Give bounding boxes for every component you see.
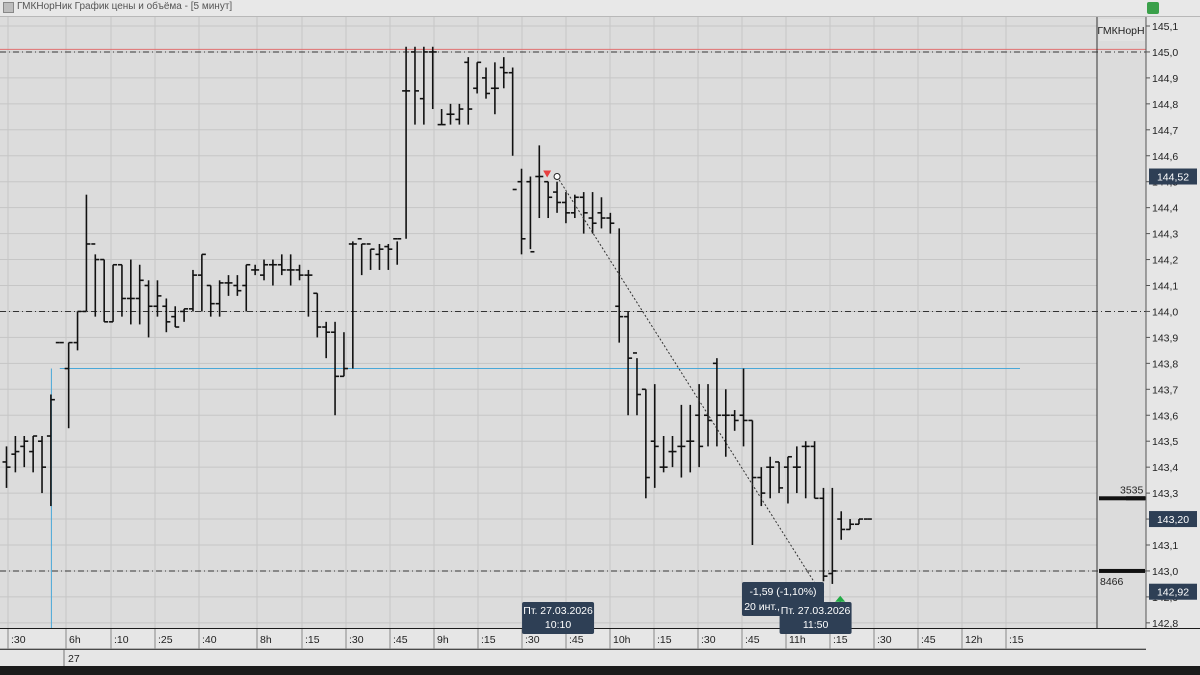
price-tick-label: 143,7 bbox=[1152, 384, 1178, 396]
price-tick-label: 144,7 bbox=[1152, 125, 1178, 137]
volume-bar bbox=[1099, 568, 1145, 573]
price-tick-label: 143,5 bbox=[1152, 436, 1178, 448]
price-tick-label: 144,1 bbox=[1152, 281, 1178, 293]
time-tick-label: :30 bbox=[349, 634, 364, 646]
time-badge-date: Пт. 27.03.2026 bbox=[781, 605, 851, 617]
time-tick-label: :15 bbox=[481, 634, 496, 646]
price-badge-text: 142,92 bbox=[1157, 587, 1189, 599]
price-badge-text: 144,52 bbox=[1157, 172, 1189, 184]
window-control-icon[interactable] bbox=[1147, 2, 1159, 14]
window-title: ГМКНорНик График цены и объёма - [5 мину… bbox=[17, 1, 233, 12]
plot-area[interactable] bbox=[0, 17, 1146, 628]
volume-label: 8466 bbox=[1100, 576, 1124, 588]
price-tick-label: 143,4 bbox=[1152, 462, 1178, 474]
measure-label-change: -1,59 (-1,10%) bbox=[749, 586, 816, 598]
time-tick-label: :30 bbox=[877, 634, 892, 646]
time-tick-label: 12h bbox=[965, 634, 983, 646]
time-tick-label: :15 bbox=[1009, 634, 1024, 646]
time-tick-label: 9h bbox=[437, 634, 449, 646]
time-tick-label: :45 bbox=[921, 634, 936, 646]
time-badge-time: 11:50 bbox=[803, 619, 829, 631]
axis-corner bbox=[1146, 629, 1200, 666]
price-tick-label: 144,2 bbox=[1152, 255, 1178, 267]
time-tick-label: :45 bbox=[393, 634, 408, 646]
time-tick-label: :15 bbox=[305, 634, 320, 646]
time-tick-label: :45 bbox=[569, 634, 584, 646]
price-tick-label: 144,4 bbox=[1152, 203, 1178, 215]
price-tick-label: 144,3 bbox=[1152, 229, 1178, 241]
date-label: 27 bbox=[68, 653, 80, 665]
price-tick-label: 144,8 bbox=[1152, 99, 1178, 111]
time-tick-label: :40 bbox=[202, 634, 217, 646]
price-chart[interactable]: ГМКНорН -1,59 (-1,10%)20 инт., 1 ч 40 м … bbox=[0, 17, 1200, 675]
price-tick-label: 145,1 bbox=[1152, 21, 1178, 33]
volume-bar-short bbox=[1126, 496, 1146, 501]
time-tick-label: :25 bbox=[158, 634, 173, 646]
measure-start-handle[interactable] bbox=[553, 173, 561, 181]
price-tick-label: 144,6 bbox=[1152, 151, 1178, 163]
price-tick-label: 143,6 bbox=[1152, 410, 1178, 422]
price-tick-label: 144,0 bbox=[1152, 306, 1178, 318]
time-badge-date: Пт. 27.03.2026 bbox=[523, 605, 593, 617]
time-tick-label: :15 bbox=[657, 634, 672, 646]
time-tick-label: 6h bbox=[69, 634, 81, 646]
price-tick-label: 143,0 bbox=[1152, 566, 1178, 578]
price-tick-label: 143,9 bbox=[1152, 332, 1178, 344]
time-tick-label: :15 bbox=[833, 634, 848, 646]
price-tick-label: 142,8 bbox=[1152, 618, 1178, 630]
price-tick-label: 144,9 bbox=[1152, 73, 1178, 85]
time-tick-label: 11h bbox=[789, 634, 806, 646]
date-axis bbox=[0, 650, 1146, 666]
time-tick-label: :30 bbox=[701, 634, 716, 646]
price-tick-label: 143,1 bbox=[1152, 540, 1178, 552]
instrument-label: ГМКНорН bbox=[1097, 25, 1144, 37]
time-tick-label: :30 bbox=[11, 634, 26, 646]
time-tick-label: :10 bbox=[114, 634, 129, 646]
title-bar: ГМКНорНик График цены и объёма - [5 мину… bbox=[0, 0, 1200, 17]
price-tick-label: 143,8 bbox=[1152, 358, 1178, 370]
price-badge-text: 143,20 bbox=[1157, 514, 1189, 526]
time-badge-time: 10:10 bbox=[545, 619, 571, 631]
time-tick-label: 10h bbox=[613, 634, 631, 646]
time-tick-label: 8h bbox=[260, 634, 272, 646]
volume-label: 3535 bbox=[1120, 484, 1144, 496]
app-icon bbox=[3, 2, 14, 13]
price-tick-label: 145,0 bbox=[1152, 47, 1178, 59]
time-tick-label: :30 bbox=[525, 634, 540, 646]
time-tick-label: :45 bbox=[745, 634, 760, 646]
price-tick-label: 143,3 bbox=[1152, 488, 1178, 500]
